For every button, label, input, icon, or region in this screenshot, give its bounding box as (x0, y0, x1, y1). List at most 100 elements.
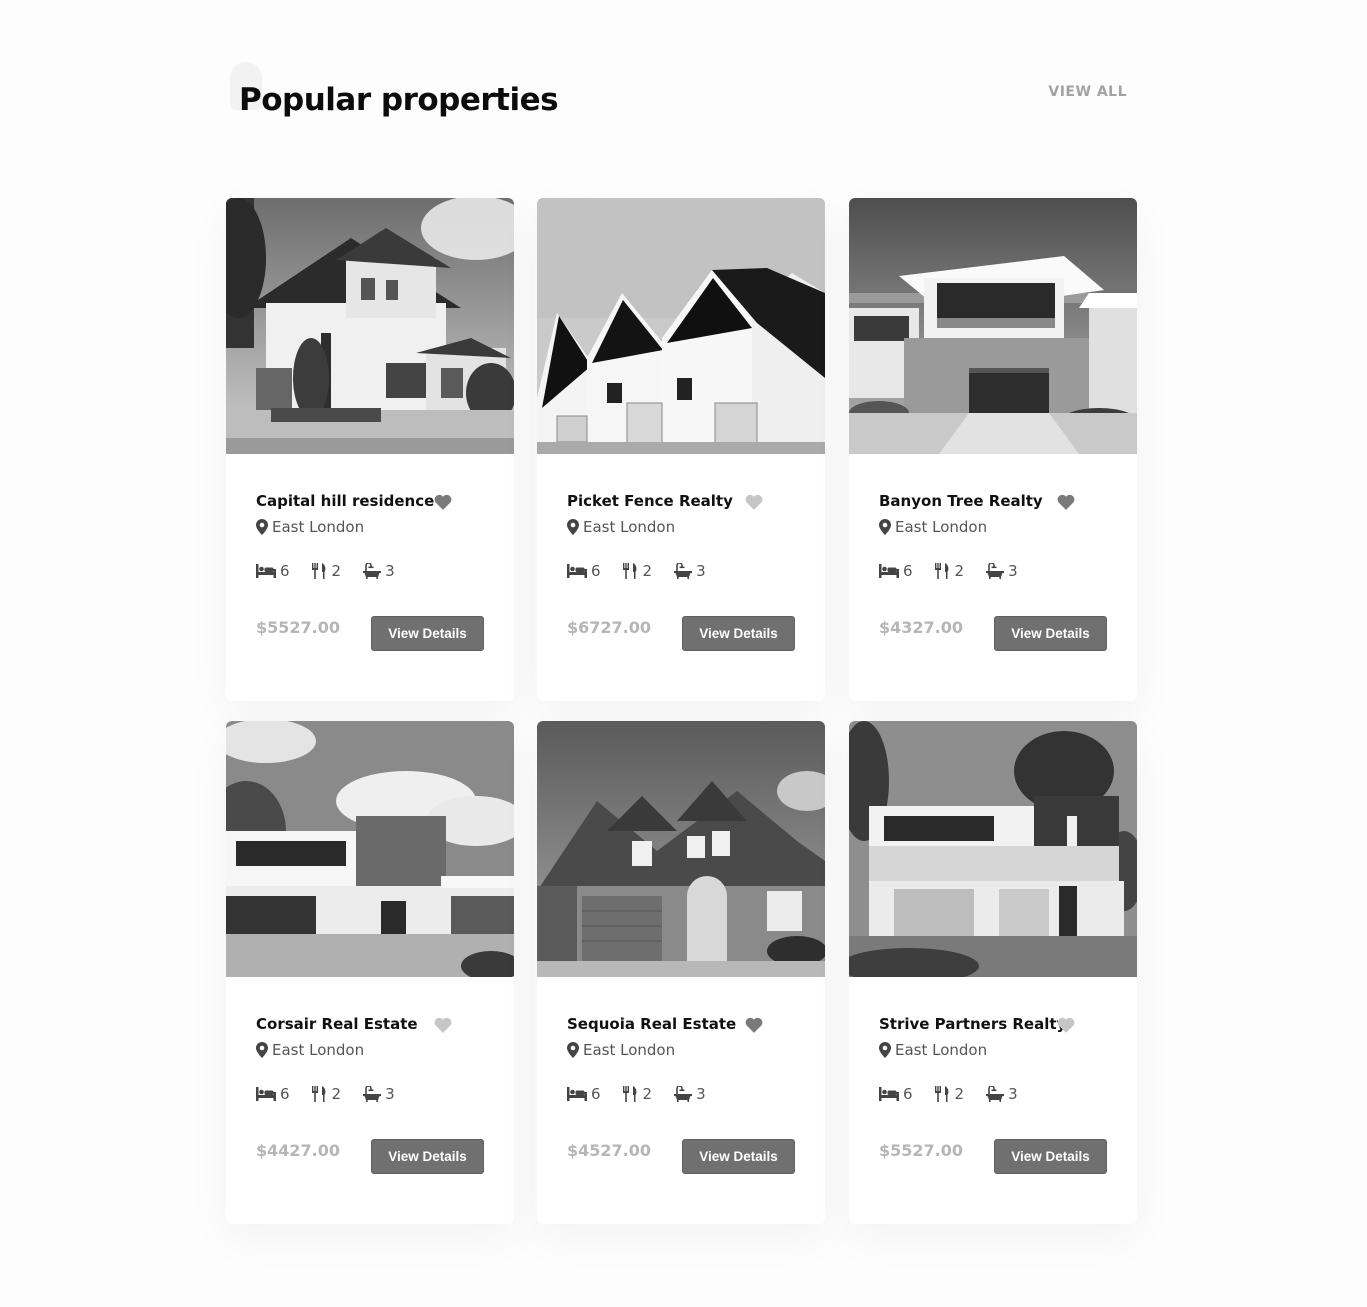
feature-dining: 2 (311, 562, 342, 580)
card-body: Sequoia Real Estate East London 6 2 3 $4… (567, 977, 795, 1224)
favorite-button[interactable] (434, 494, 452, 510)
property-title: Corsair Real Estate (256, 1015, 418, 1033)
property-title: Capital hill residence (256, 492, 435, 510)
property-location: East London (879, 518, 987, 536)
dining-count: 2 (954, 562, 965, 580)
bedrooms-count: 6 (591, 1085, 601, 1103)
property-card: Sequoia Real Estate East London 6 2 3 $4… (537, 721, 825, 1224)
property-title: Sequoia Real Estate (567, 1015, 737, 1033)
dining-count: 2 (642, 1085, 653, 1103)
bathrooms-count: 3 (385, 1085, 395, 1103)
bed-icon (256, 1087, 276, 1101)
property-features: 6 2 3 (567, 1085, 706, 1103)
property-photo (849, 721, 1137, 977)
bedrooms-count: 6 (280, 562, 290, 580)
feature-bathrooms: 3 (674, 1085, 706, 1103)
view-details-button[interactable]: View Details (371, 616, 484, 651)
fork-knife-icon (622, 563, 636, 579)
bathrooms-count: 3 (1008, 1085, 1018, 1103)
property-features: 6 2 3 (879, 562, 1018, 580)
map-pin-icon (256, 519, 268, 535)
bedrooms-count: 6 (591, 562, 601, 580)
property-title: Strive Partners Realty (879, 1015, 1067, 1033)
bathrooms-count: 3 (385, 562, 395, 580)
dining-count: 2 (331, 562, 342, 580)
property-photo (226, 198, 514, 454)
card-body: Banyon Tree Realty East London 6 2 3 $43… (879, 454, 1107, 701)
bed-icon (567, 1087, 587, 1101)
property-title: Banyon Tree Realty (879, 492, 1043, 510)
property-price: $5527.00 (256, 618, 341, 637)
feature-bedrooms: 6 (567, 1085, 601, 1103)
favorite-button[interactable] (1057, 1017, 1075, 1033)
heart-icon (745, 1017, 763, 1033)
property-location: East London (567, 518, 675, 536)
bed-icon (879, 564, 899, 578)
dining-count: 2 (331, 1085, 342, 1103)
view-details-button[interactable]: View Details (682, 1139, 795, 1174)
favorite-button[interactable] (1057, 494, 1075, 510)
bathrooms-count: 3 (696, 562, 706, 580)
favorite-button[interactable] (745, 1017, 763, 1033)
property-photo (537, 721, 825, 977)
bathtub-icon (674, 563, 693, 579)
bathtub-icon (986, 1086, 1005, 1102)
heart-icon (1057, 1017, 1075, 1033)
view-all-link[interactable]: VIEW ALL (1048, 84, 1127, 100)
property-features: 6 2 3 (879, 1085, 1018, 1103)
location-text: East London (895, 518, 988, 536)
feature-dining: 2 (622, 562, 653, 580)
bathrooms-count: 3 (696, 1085, 706, 1103)
fork-knife-icon (311, 1086, 325, 1102)
bathtub-icon (363, 563, 382, 579)
map-pin-icon (879, 519, 891, 535)
dining-count: 2 (954, 1085, 965, 1103)
heart-icon (1057, 494, 1075, 510)
feature-bedrooms: 6 (879, 562, 913, 580)
feature-dining: 2 (934, 562, 965, 580)
view-details-button[interactable]: View Details (994, 1139, 1107, 1174)
feature-bedrooms: 6 (567, 562, 601, 580)
dining-count: 2 (642, 562, 653, 580)
property-price: $6727.00 (567, 618, 652, 637)
property-card: Banyon Tree Realty East London 6 2 3 $43… (849, 198, 1137, 701)
feature-bathrooms: 3 (674, 562, 706, 580)
feature-dining: 2 (622, 1085, 653, 1103)
section-header: Popular properties VIEW ALL (226, 60, 1137, 130)
property-price: $4527.00 (567, 1141, 652, 1160)
view-details-button[interactable]: View Details (994, 616, 1107, 651)
property-card: Corsair Real Estate East London 6 2 3 $4… (226, 721, 514, 1224)
property-grid: Capital hill residence East London 6 2 3… (226, 198, 1137, 1224)
feature-bathrooms: 3 (986, 562, 1018, 580)
heart-icon (434, 494, 452, 510)
card-body: Strive Partners Realty East London 6 2 3… (879, 977, 1107, 1224)
bedrooms-count: 6 (903, 1085, 913, 1103)
property-card: Strive Partners Realty East London 6 2 3… (849, 721, 1137, 1224)
feature-bedrooms: 6 (256, 562, 290, 580)
property-title: Picket Fence Realty (567, 492, 733, 510)
property-photo (537, 198, 825, 454)
view-details-button[interactable]: View Details (371, 1139, 484, 1174)
property-features: 6 2 3 (256, 1085, 395, 1103)
fork-knife-icon (622, 1086, 636, 1102)
favorite-button[interactable] (434, 1017, 452, 1033)
map-pin-icon (256, 1042, 268, 1058)
map-pin-icon (567, 1042, 579, 1058)
property-features: 6 2 3 (567, 562, 706, 580)
feature-bathrooms: 3 (363, 562, 395, 580)
favorite-button[interactable] (745, 494, 763, 510)
location-text: East London (272, 1041, 365, 1059)
location-text: East London (583, 1041, 676, 1059)
feature-dining: 2 (934, 1085, 965, 1103)
heart-icon (745, 494, 763, 510)
property-price: $4427.00 (256, 1141, 341, 1160)
heart-icon (434, 1017, 452, 1033)
bathtub-icon (986, 563, 1005, 579)
view-details-button[interactable]: View Details (682, 616, 795, 651)
location-text: East London (272, 518, 365, 536)
property-card: Picket Fence Realty East London 6 2 3 $6… (537, 198, 825, 701)
property-features: 6 2 3 (256, 562, 395, 580)
fork-knife-icon (934, 563, 948, 579)
map-pin-icon (567, 519, 579, 535)
property-location: East London (256, 1041, 364, 1059)
